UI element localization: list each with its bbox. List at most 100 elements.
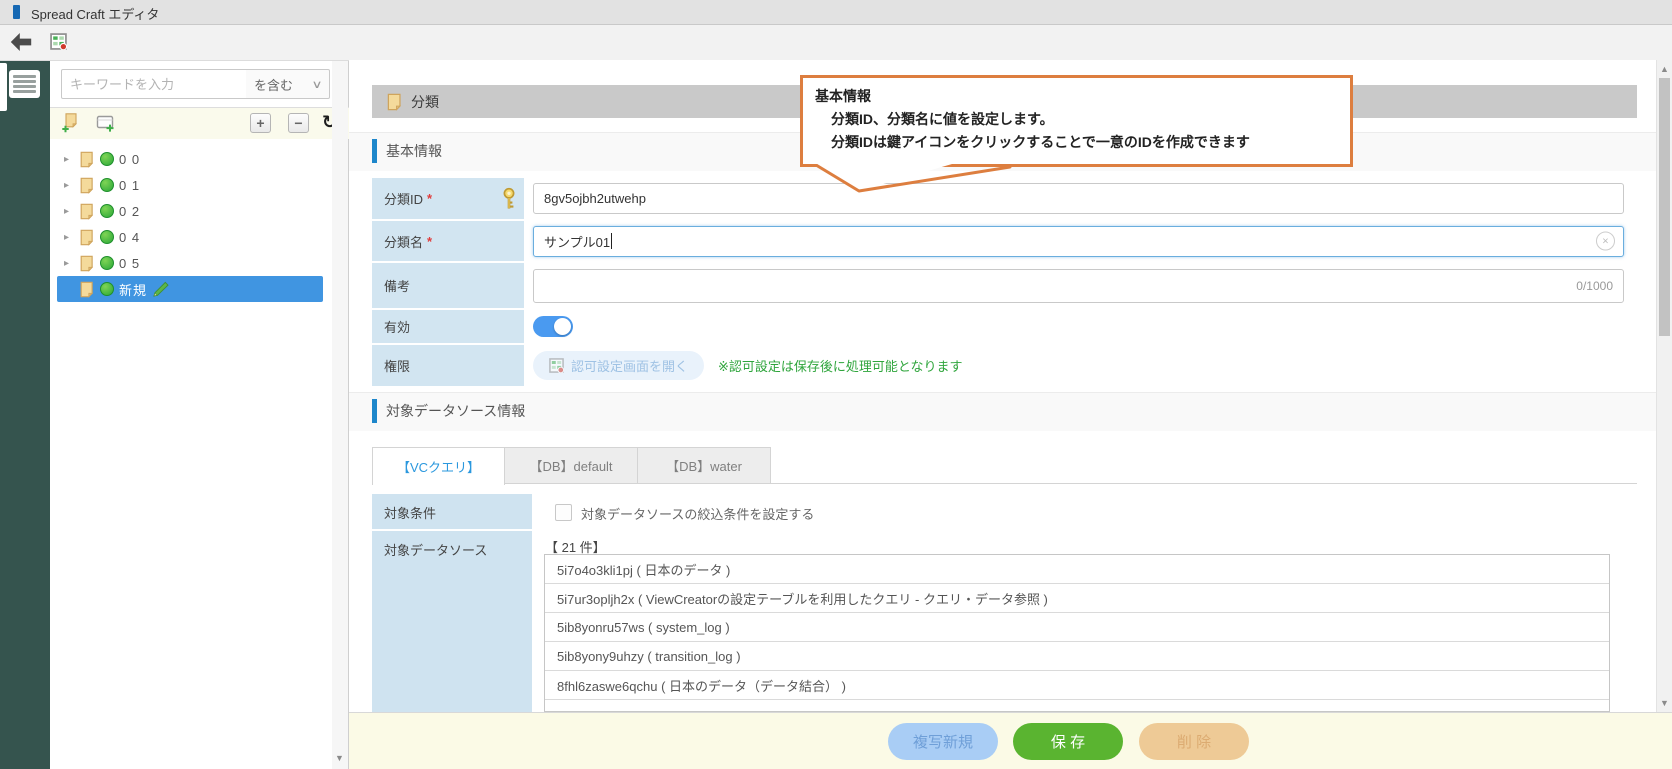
field-label-cell: 有効 [372, 310, 524, 343]
tree-item[interactable]: ▸ 0 5 [57, 250, 323, 276]
spreadsheet-icon[interactable] [50, 33, 67, 50]
list-item[interactable]: 5i7ur3opljh2x ( ViewCreatorの設定テーブルを利用したク… [545, 584, 1609, 613]
status-dot-icon [100, 256, 114, 270]
tab-db-default[interactable]: 【DB】default [505, 447, 638, 484]
enabled-toggle[interactable] [533, 316, 573, 337]
tree-panel: を含む ∨ + − ↻ ▸ 0 0 ▸ 0 1 ▸ 0 2 [50, 61, 349, 769]
search-input[interactable] [61, 69, 247, 99]
scroll-down-icon[interactable]: ▼ [1660, 698, 1669, 708]
section-band [349, 392, 1672, 431]
expand-arrow-icon[interactable]: ▸ [64, 232, 78, 243]
chevron-down-icon: ∨ [311, 78, 322, 91]
list-item[interactable]: 5ib8yony9uhzy ( transition_log ) [545, 642, 1609, 671]
note-input[interactable]: 0/1000 [533, 269, 1624, 303]
panel-collapse-handle[interactable] [0, 63, 7, 111]
tooltip-line: 分類IDは鍵アイコンをクリックすることで一意のIDを作成できます [831, 131, 1350, 154]
add-folder-icon[interactable] [61, 113, 81, 133]
section-title-datasource: 対象データソース情報 [386, 401, 525, 421]
tooltip-title: 基本情報 [815, 85, 1350, 108]
open-permission-button[interactable]: 認可設定画面を開く [533, 351, 704, 380]
folder-icon [78, 229, 95, 246]
tree-item[interactable]: ▸ 0 0 [57, 146, 323, 172]
name-value: サンプル01 [544, 232, 610, 251]
scroll-up-icon[interactable]: ▲ [1660, 64, 1669, 74]
list-item[interactable]: 5ib8yonru57ws ( system_log ) [545, 613, 1609, 642]
expand-arrow-icon[interactable]: ▸ [64, 258, 78, 269]
section-title-basic: 基本情報 [386, 141, 442, 161]
text-caret [611, 233, 612, 249]
field-label-cell: 備考 [372, 263, 524, 308]
left-rail [0, 61, 50, 769]
section-accent-bar [372, 399, 377, 423]
tree-item-label: 0 2 [119, 204, 140, 219]
field-label: 分類名 [384, 232, 423, 251]
app-window: Spread Craft エディタ を含む ∨ + − ↻ ▸ 0 0 [0, 0, 1672, 769]
collapse-all-button[interactable]: − [288, 113, 309, 133]
id-value: 8gv5ojbh2utwehp [544, 191, 646, 206]
condition-checkbox-label: 対象データソースの絞込条件を設定する [581, 504, 814, 523]
back-button[interactable] [9, 31, 33, 53]
tree-item[interactable]: ▸ 0 4 [57, 224, 323, 250]
status-dot-icon [100, 230, 114, 244]
expand-arrow-icon[interactable]: ▸ [64, 180, 78, 191]
status-dot-icon [100, 282, 114, 296]
section-accent-bar [372, 139, 377, 163]
clear-icon[interactable]: × [1596, 232, 1615, 251]
menu-hamburger-button[interactable] [9, 70, 40, 98]
tree-scrollbar[interactable]: ▼ [332, 61, 348, 769]
required-mark: * [427, 234, 432, 249]
copy-new-button[interactable]: 複写新規 [888, 723, 998, 760]
delete-button[interactable]: 削 除 [1139, 723, 1249, 760]
required-mark: * [427, 191, 432, 206]
tab-vc-query[interactable]: 【VCクエリ】 [372, 447, 505, 485]
save-button[interactable]: 保 存 [1013, 723, 1123, 760]
tree-item-selected[interactable]: 新規 [57, 276, 323, 302]
match-type-select[interactable]: を含む ∨ [246, 69, 330, 99]
scroll-down-icon[interactable]: ▼ [335, 753, 344, 763]
tree-item[interactable]: ▸ 0 1 [57, 172, 323, 198]
list-item[interactable]: 8fhl6zaswe6qchu ( 日本のデータ（データ結合） ) [545, 671, 1609, 700]
folder-icon [385, 93, 403, 111]
tree-toolbar: + − ↻ [50, 108, 349, 139]
field-label-cell: 権限 [372, 345, 524, 386]
help-tooltip: 基本情報 分類ID、分類名に値を設定します。 分類IDは鍵アイコンをクリックする… [800, 75, 1353, 167]
expand-arrow-icon[interactable]: ▸ [64, 154, 78, 165]
condition-row: 対象条件 対象データソースの絞込条件を設定する [372, 494, 1637, 529]
permission-note: ※認可設定は保存後に処理可能となります [718, 356, 963, 375]
tree-item-label: 0 4 [119, 230, 140, 245]
field-label: 分類ID [384, 189, 423, 208]
tooltip-line: 分類ID、分類名に値を設定します。 [831, 108, 1350, 131]
tree-item[interactable]: ▸ 0 2 [57, 198, 323, 224]
folder-icon [78, 203, 95, 220]
folder-icon [78, 151, 95, 168]
title-bar: Spread Craft エディタ [0, 0, 1672, 25]
field-label-cell: 分類ID * [372, 178, 524, 219]
form-row-enabled: 有効 [372, 310, 1637, 343]
field-label: 備考 [384, 276, 410, 295]
field-label-cell: 分類名 * [372, 221, 524, 261]
status-dot-icon [100, 204, 114, 218]
list-item[interactable]: 5i7o4o3kli1pj ( 日本のデータ ) [545, 555, 1609, 584]
form-row-permission: 権限 認可設定画面を開く ※認可設定は保存後に処理可能となります [372, 345, 1637, 386]
top-toolbar [0, 25, 1672, 61]
datasource-row: 対象データソース 【 21 件】 5i7o4o3kli1pj ( 日本のデータ … [372, 531, 1637, 712]
form-row-name: 分類名 * サンプル01 × [372, 221, 1637, 261]
folder-icon [78, 255, 95, 272]
datasource-list: 5i7o4o3kli1pj ( 日本のデータ ) 5i7ur3opljh2x (… [544, 554, 1610, 712]
app-badge-icon [13, 5, 20, 19]
list-item[interactable] [545, 700, 1609, 712]
id-input[interactable]: 8gv5ojbh2utwehp [533, 183, 1624, 214]
scrollbar-thumb[interactable] [1659, 78, 1670, 336]
add-panel-icon[interactable] [96, 113, 116, 133]
expand-all-button[interactable]: + [250, 113, 271, 133]
condition-checkbox[interactable] [555, 504, 572, 521]
key-icon[interactable] [502, 187, 516, 211]
expand-arrow-icon[interactable]: ▸ [64, 206, 78, 217]
field-label-cell: 対象データソース [372, 531, 532, 712]
main-scrollbar[interactable]: ▲ ▼ [1656, 60, 1672, 712]
match-type-value: を含む [254, 75, 293, 94]
tab-db-water[interactable]: 【DB】water [638, 447, 771, 484]
page-title: 分類 [411, 92, 439, 112]
action-footer: 複写新規 保 存 削 除 [349, 712, 1672, 769]
name-input[interactable]: サンプル01 × [533, 226, 1624, 257]
